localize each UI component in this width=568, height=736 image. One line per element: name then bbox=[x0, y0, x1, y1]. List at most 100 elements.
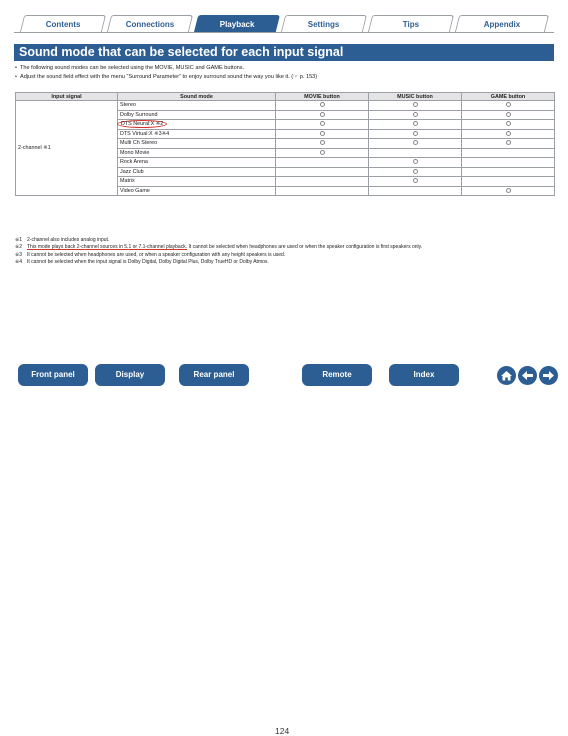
tab-label: Tips bbox=[402, 20, 419, 29]
game-cell bbox=[461, 166, 555, 177]
movie-cell bbox=[275, 157, 369, 168]
available-circle-icon bbox=[412, 111, 418, 117]
game-cell bbox=[461, 138, 555, 149]
footnote-text: 2-channel also includes analog input. bbox=[27, 237, 110, 243]
available-circle-icon bbox=[412, 102, 418, 108]
sound-mode-table: Input signal Sound mode MOVIE button MUS… bbox=[15, 92, 555, 196]
footnote-key: ※3 bbox=[15, 251, 22, 258]
available-circle-icon bbox=[505, 102, 511, 108]
sound-mode-cell: Matrix bbox=[117, 176, 276, 187]
footnote-text: It cannot be selected when the input sig… bbox=[27, 259, 269, 266]
movie-cell bbox=[275, 138, 369, 149]
available-circle-icon bbox=[505, 187, 511, 193]
sound-mode-label: Rock Arena bbox=[120, 159, 148, 166]
footer-nav: Front panel Display Rear panel 124 Remot… bbox=[0, 364, 568, 736]
movie-cell bbox=[275, 109, 369, 120]
footnote-key: ※1 bbox=[15, 237, 22, 243]
footnote: ※3 It cannot be selected when headphones … bbox=[15, 252, 555, 259]
tab-tips[interactable]: Tips bbox=[367, 15, 455, 32]
footnote-underlined-text: This mode plays back 2-channel sources i… bbox=[27, 244, 188, 251]
game-cell bbox=[461, 157, 555, 168]
game-cell bbox=[461, 109, 555, 120]
tab-connections[interactable]: Connections bbox=[106, 15, 194, 32]
available-circle-icon bbox=[319, 149, 325, 155]
tab-label: Connections bbox=[125, 20, 174, 29]
index-button[interactable]: Index bbox=[389, 364, 459, 386]
footnote: ※1 2-channel also includes analog input. bbox=[15, 237, 555, 244]
music-cell bbox=[368, 185, 462, 196]
sound-mode-cell: Jazz Club bbox=[117, 166, 276, 177]
back-arrow-icon[interactable] bbox=[518, 366, 537, 385]
footnote: ※2 This mode plays back 2-channel sources… bbox=[15, 244, 555, 251]
rear-panel-button[interactable]: Rear panel bbox=[179, 364, 249, 386]
music-cell bbox=[368, 138, 462, 149]
bullet-item: Adjust the sound field effect with the m… bbox=[15, 73, 555, 82]
tab-settings[interactable]: Settings bbox=[280, 15, 368, 32]
game-cell bbox=[461, 176, 555, 187]
header-sound-mode: Sound mode bbox=[117, 92, 276, 101]
front-panel-button[interactable]: Front panel bbox=[18, 364, 88, 386]
available-circle-icon bbox=[412, 178, 418, 184]
music-cell bbox=[368, 166, 462, 177]
available-circle-icon bbox=[412, 140, 418, 146]
movie-cell bbox=[275, 119, 369, 130]
forward-arrow-icon[interactable] bbox=[539, 366, 558, 385]
music-cell bbox=[368, 176, 462, 187]
sound-mode-label: DTS Virtual:X ※3※4 bbox=[120, 130, 170, 137]
footnote-key: ※4 bbox=[15, 259, 22, 266]
music-cell bbox=[368, 119, 462, 130]
game-cell bbox=[461, 128, 555, 139]
nav-tabs: Contents Connections Playback Settings T… bbox=[14, 15, 554, 33]
page-title: Sound mode that can be selected for each… bbox=[14, 44, 554, 61]
available-circle-icon bbox=[505, 111, 511, 117]
available-circle-icon bbox=[319, 111, 325, 117]
tab-label: Settings bbox=[307, 20, 340, 29]
header-music-button: MUSIC button bbox=[368, 92, 462, 101]
footnotes: ※1 2-channel also includes analog input. … bbox=[15, 237, 555, 267]
display-button[interactable]: Display bbox=[95, 364, 165, 386]
sound-mode-label: DTS Neural:X ※2 bbox=[117, 120, 168, 129]
footnote: ※4 It cannot be selected when the input s… bbox=[15, 259, 555, 266]
game-cell bbox=[461, 119, 555, 130]
sound-mode-cell: DTS Virtual:X ※3※4 bbox=[117, 128, 276, 139]
music-cell bbox=[368, 100, 462, 111]
movie-cell bbox=[275, 128, 369, 139]
game-cell bbox=[461, 100, 555, 111]
available-circle-icon bbox=[319, 121, 325, 127]
tab-label: Appendix bbox=[483, 20, 520, 29]
tab-contents[interactable]: Contents bbox=[19, 15, 107, 32]
movie-cell bbox=[275, 185, 369, 196]
movie-cell bbox=[275, 147, 369, 158]
intro-bullets: The following sound modes can be selecte… bbox=[15, 64, 555, 82]
input-signal-cell: 2-channel ※1 bbox=[15, 100, 118, 196]
sound-mode-label: Jazz Club bbox=[120, 168, 144, 175]
game-cell bbox=[461, 185, 555, 196]
available-circle-icon bbox=[505, 140, 511, 146]
tab-playback[interactable]: Playback bbox=[193, 15, 281, 32]
sound-mode-label: Mono Movie bbox=[120, 149, 150, 156]
table-row: 2-channel ※1 Stereo bbox=[15, 100, 555, 196]
footnote-key: ※2 bbox=[15, 244, 22, 251]
music-cell bbox=[368, 128, 462, 139]
available-circle-icon bbox=[319, 130, 325, 136]
sound-mode-cell: Multi Ch Stereo bbox=[117, 138, 276, 149]
tab-appendix[interactable]: Appendix bbox=[454, 15, 550, 32]
movie-cell bbox=[275, 100, 369, 111]
table-body: 2-channel ※1 Stereo Dolby Surround DTS Neur… bbox=[15, 100, 555, 196]
available-circle-icon bbox=[412, 168, 418, 174]
sound-mode-label: Multi Ch Stereo bbox=[120, 140, 158, 147]
home-icon[interactable] bbox=[497, 366, 516, 385]
sound-mode-label: Dolby Surround bbox=[120, 111, 158, 118]
sound-mode-cell: Rock Arena bbox=[117, 157, 276, 168]
music-cell bbox=[368, 157, 462, 168]
available-circle-icon bbox=[319, 102, 325, 108]
footnote-text: It cannot be selected when headphones ar… bbox=[27, 251, 286, 258]
music-cell bbox=[368, 147, 462, 158]
header-game-button: GAME button bbox=[461, 92, 555, 101]
available-circle-icon bbox=[412, 130, 418, 136]
header-input-signal: Input signal bbox=[15, 92, 118, 101]
remote-button[interactable]: Remote bbox=[302, 364, 372, 386]
tab-label: Playback bbox=[219, 20, 255, 29]
sound-mode-cell: Video Game bbox=[117, 185, 276, 196]
table-header-row: Input signal Sound mode MOVIE button MUS… bbox=[15, 92, 555, 101]
